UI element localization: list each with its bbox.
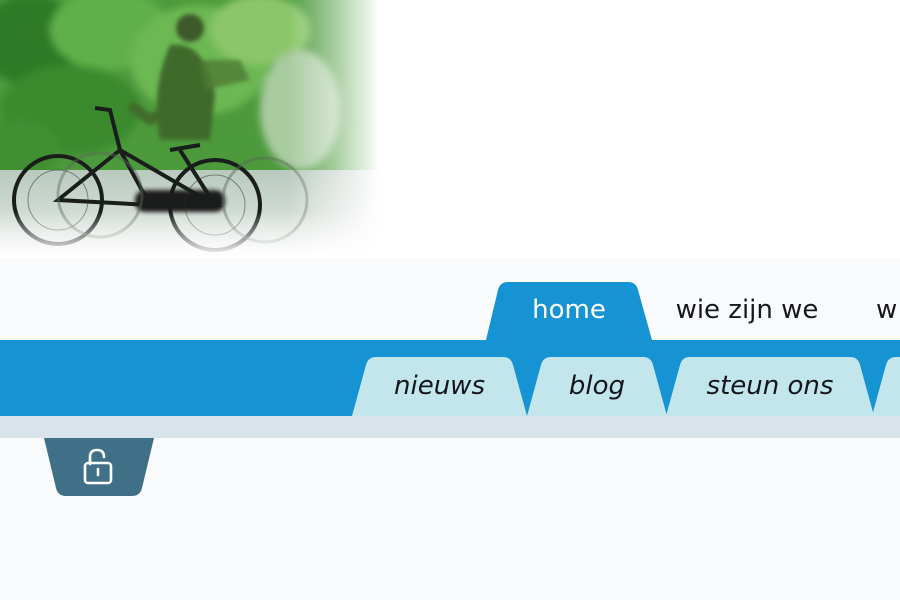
nav-tab-home[interactable]: home xyxy=(486,282,652,340)
cyclist-photo xyxy=(0,0,400,258)
subnav-tab-partial[interactable] xyxy=(872,357,900,416)
nav-tab-partial-label: w xyxy=(876,295,898,325)
login-tab[interactable] xyxy=(44,438,154,496)
subnav-tab-blog-label: blog xyxy=(568,371,626,401)
subnav-tab-blog[interactable]: blog xyxy=(527,357,667,416)
nav-bottom-strip xyxy=(0,416,900,438)
nav-tab-wie-zijn-we-label: wie zijn we xyxy=(675,295,819,325)
subnav-tab-partial-bg xyxy=(872,357,900,416)
secondary-nav: nieuws blog steun ons xyxy=(0,340,900,416)
nav-tab-wie-zijn-we[interactable]: wie zijn we xyxy=(652,282,842,340)
subnav-tab-nieuws[interactable]: nieuws xyxy=(352,357,527,416)
subnav-tab-nieuws-label: nieuws xyxy=(394,371,485,401)
header-banner xyxy=(0,0,900,258)
nav-tab-partial[interactable]: w xyxy=(876,282,900,340)
subnav-tab-steun-ons-label: steun ons xyxy=(706,371,834,401)
nav-tab-home-label: home xyxy=(532,295,606,325)
page: home wie zijn we w nieuws blog steun ons xyxy=(0,0,900,600)
primary-nav: home wie zijn we w xyxy=(0,258,900,340)
subnav-tab-steun-ons[interactable]: steun ons xyxy=(666,357,874,416)
